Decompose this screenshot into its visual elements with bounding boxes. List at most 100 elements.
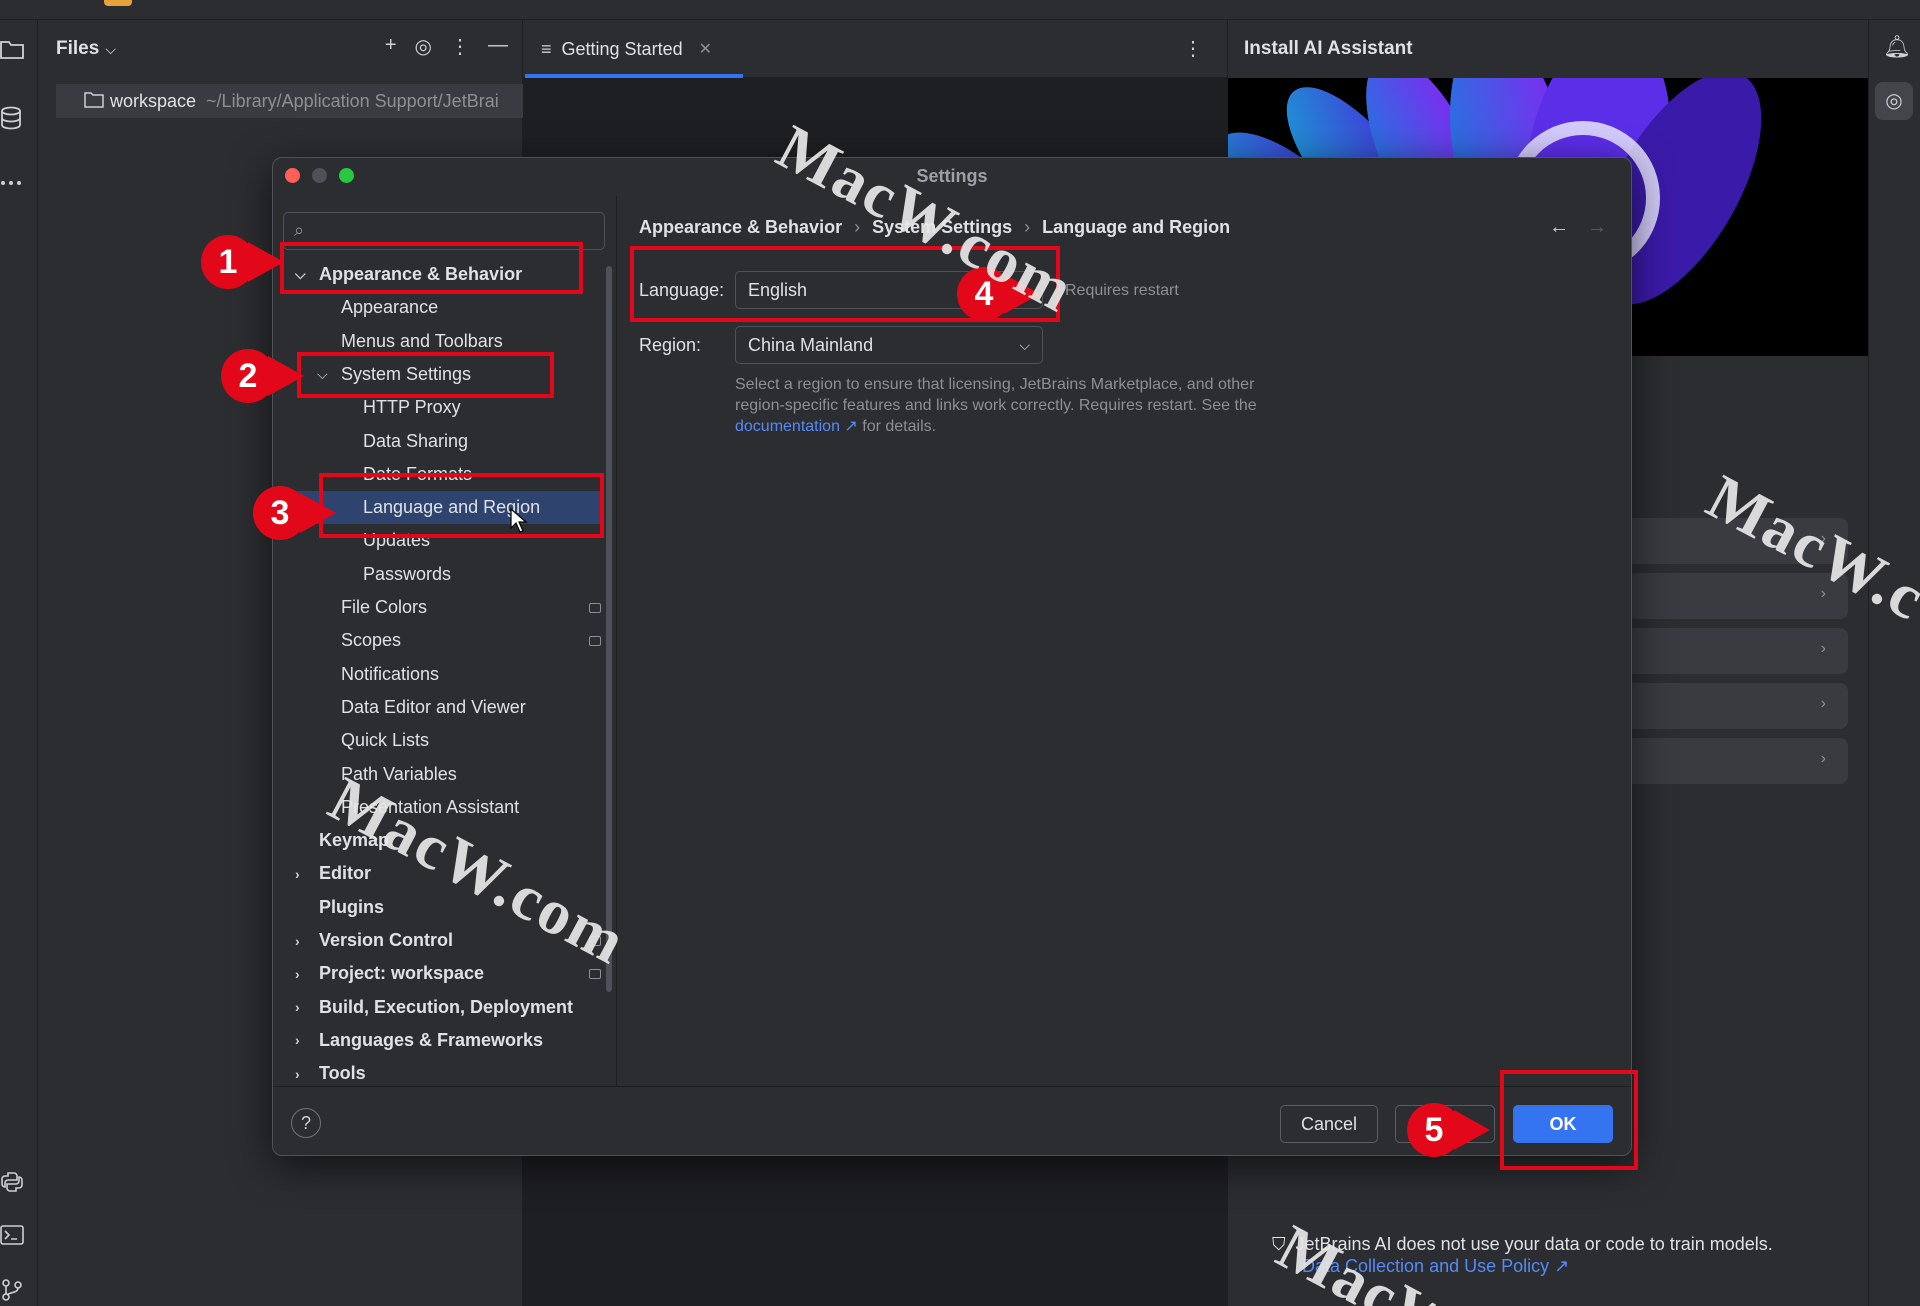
mouse-cursor-icon [510, 507, 528, 539]
region-description: Select a region to ensure that licensing… [735, 374, 1295, 437]
chevron-right-icon[interactable]: › [295, 1066, 300, 1082]
settings-tree-item[interactable]: File Colors [273, 591, 603, 624]
settings-tree-item[interactable]: Scopes [273, 624, 603, 657]
kebab-menu-icon[interactable]: ⋮ [1183, 36, 1203, 61]
folder-icon [84, 90, 104, 113]
settings-tree-item[interactable]: › Build, Execution, Deployment [273, 991, 603, 1024]
back-arrow-icon[interactable]: ← [1549, 216, 1569, 238]
settings-tree-label: HTTP Proxy [363, 397, 461, 418]
settings-tree-label: Tools [319, 1063, 366, 1084]
ai-option-row[interactable]: › [1608, 628, 1848, 674]
settings-tree-label: Editor [319, 863, 371, 884]
chevron-right-icon[interactable]: › [295, 933, 300, 949]
chevron-right-icon: › [1820, 750, 1826, 767]
settings-tree-label: Notifications [341, 663, 440, 684]
breadcrumb-item[interactable]: Appearance & Behavior [639, 217, 842, 237]
chevron-down-icon: ⌵ [1019, 337, 1030, 353]
settings-tree-label: File Colors [341, 597, 428, 617]
documentation-link[interactable]: documentation ↗ [735, 418, 858, 435]
region-desc-tail: for details. [862, 418, 937, 435]
annotation-box-1 [280, 242, 583, 294]
annotation-box-2 [297, 352, 554, 398]
database-icon[interactable] [0, 106, 24, 130]
kebab-menu-icon[interactable]: ⋮ [450, 34, 470, 59]
chevron-right-icon: › [1820, 695, 1826, 712]
files-toolbar: + ◎ ⋮ — [385, 34, 508, 59]
settings-tree-item[interactable]: › Project: workspace [273, 957, 603, 990]
project-level-icon [589, 602, 601, 613]
chevron-right-icon[interactable]: › [295, 966, 300, 982]
annotation-marker-3: 3 [252, 485, 336, 541]
search-icon: ⌕ [294, 220, 305, 240]
settings-tree-item[interactable]: › Languages & Frameworks [273, 1024, 603, 1057]
ai-option-row[interactable]: › [1608, 738, 1848, 784]
settings-tree-label: Data Editor and Viewer [341, 696, 526, 717]
tab-getting-started[interactable]: ≡ Getting Started ✕ [523, 20, 743, 78]
settings-tree-item[interactable]: Passwords [273, 558, 603, 591]
files-panel-title: Files [56, 38, 100, 59]
annotation-number: 2 [238, 357, 258, 395]
region-desc-text: Select a region to ensure that licensing… [735, 376, 1257, 414]
workspace-tree-row[interactable]: workspace ~/Library/Application Support/… [56, 84, 523, 118]
more-tools-icon[interactable] [0, 170, 24, 194]
active-tab-indicator [525, 74, 743, 78]
forward-arrow-icon[interactable]: → [1587, 216, 1607, 238]
annotation-box-3 [319, 473, 604, 538]
settings-tree-label: Passwords [363, 563, 452, 584]
help-button[interactable]: ? [291, 1108, 321, 1138]
chevron-right-icon[interactable]: › [295, 866, 300, 882]
tree-scrollbar[interactable] [606, 266, 612, 992]
add-icon[interactable]: + [385, 34, 397, 59]
annotation-box-5 [1500, 1070, 1638, 1170]
minimize-icon[interactable]: — [488, 34, 508, 59]
ai-option-row[interactable]: › [1608, 683, 1848, 729]
settings-tree-label: Quick Lists [341, 730, 430, 751]
settings-tree-label: Appearance [341, 297, 439, 318]
git-branch-icon[interactable] [0, 1278, 24, 1302]
ai-panel-title: Install AI Assistant [1244, 38, 1413, 59]
settings-tree-label: Plugins [319, 896, 385, 917]
settings-tree-label: Data Sharing [363, 430, 469, 451]
settings-tree-item[interactable]: Appearance [273, 291, 603, 324]
settings-tree-item[interactable]: Data Sharing [273, 425, 603, 458]
region-label: Region: [639, 335, 702, 355]
region-combobox[interactable]: China Mainland ⌵ [735, 326, 1043, 364]
project-level-icon [589, 635, 601, 646]
settings-tree-label: Menus and Toolbars [341, 330, 503, 351]
chevron-right-icon[interactable]: › [295, 1032, 300, 1048]
settings-tree-item[interactable]: Quick Lists [273, 724, 603, 757]
close-icon[interactable]: ✕ [699, 39, 712, 59]
chevron-right-icon: › [1820, 640, 1826, 657]
notifications-icon[interactable]: 🔔︎ [1883, 34, 1911, 60]
left-tool-strip [0, 20, 38, 1306]
locate-icon[interactable]: ◎ [415, 34, 432, 59]
annotation-marker-1: 1 [200, 234, 284, 290]
workspace-path: ~/Library/Application Support/JetBrai [206, 90, 499, 111]
document-icon: ≡ [541, 38, 552, 59]
requires-restart-hint: Requires restart [1065, 282, 1179, 299]
settings-tree-item[interactable]: Notifications [273, 658, 603, 691]
editor-tab-bar: ≡ Getting Started ✕ ⋮ [523, 20, 1227, 78]
settings-tree-item[interactable]: Data Editor and Viewer [273, 691, 603, 724]
settings-tree-label: Scopes [341, 630, 402, 651]
right-tool-strip: 🔔︎ ◎ [1868, 20, 1920, 1306]
chevron-right-icon[interactable]: › [295, 999, 300, 1015]
python-console-icon[interactable] [0, 1170, 24, 1194]
ai-assistant-icon[interactable]: ◎ [1875, 82, 1913, 120]
terminal-icon[interactable] [0, 1224, 24, 1248]
region-value: China Mainland [748, 335, 874, 355]
settings-tree-label: Project: workspace [319, 963, 485, 984]
annotation-number: 1 [218, 243, 238, 281]
history-navigation: ← → [1549, 216, 1607, 239]
cancel-button[interactable]: Cancel [1280, 1105, 1378, 1143]
folder-icon[interactable] [0, 38, 24, 62]
files-panel-header[interactable]: Files ⌵ [56, 38, 116, 60]
dialog-title: Settings [916, 166, 988, 186]
settings-tree-label: Version Control [319, 930, 454, 950]
settings-tree-item[interactable]: Path Variables [273, 758, 603, 791]
settings-tree-label: Build, Execution, Deployment [319, 996, 574, 1017]
breadcrumb-item: Language and Region [1042, 217, 1231, 237]
tab-label: Getting Started [561, 38, 683, 59]
annotation-marker-2: 2 [220, 348, 304, 404]
workspace-name: workspace [110, 90, 197, 111]
